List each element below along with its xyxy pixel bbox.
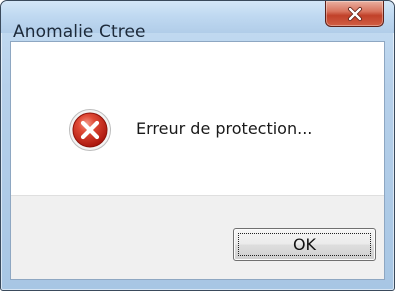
window-title: Anomalie Ctree <box>13 22 146 42</box>
error-icon <box>69 109 111 151</box>
message-area: Erreur de protection... <box>11 42 384 195</box>
close-button[interactable] <box>325 1 384 27</box>
title-bar[interactable]: Anomalie Ctree <box>1 1 394 42</box>
error-message: Erreur de protection... <box>136 119 313 138</box>
button-bar: OK <box>11 195 384 279</box>
dialog-window: Anomalie Ctree Erreur de protection... O… <box>0 0 395 291</box>
close-icon <box>347 6 362 21</box>
ok-button-label: OK <box>292 235 317 254</box>
dialog-content: Erreur de protection... OK <box>10 41 385 280</box>
ok-button[interactable]: OK <box>233 228 376 261</box>
